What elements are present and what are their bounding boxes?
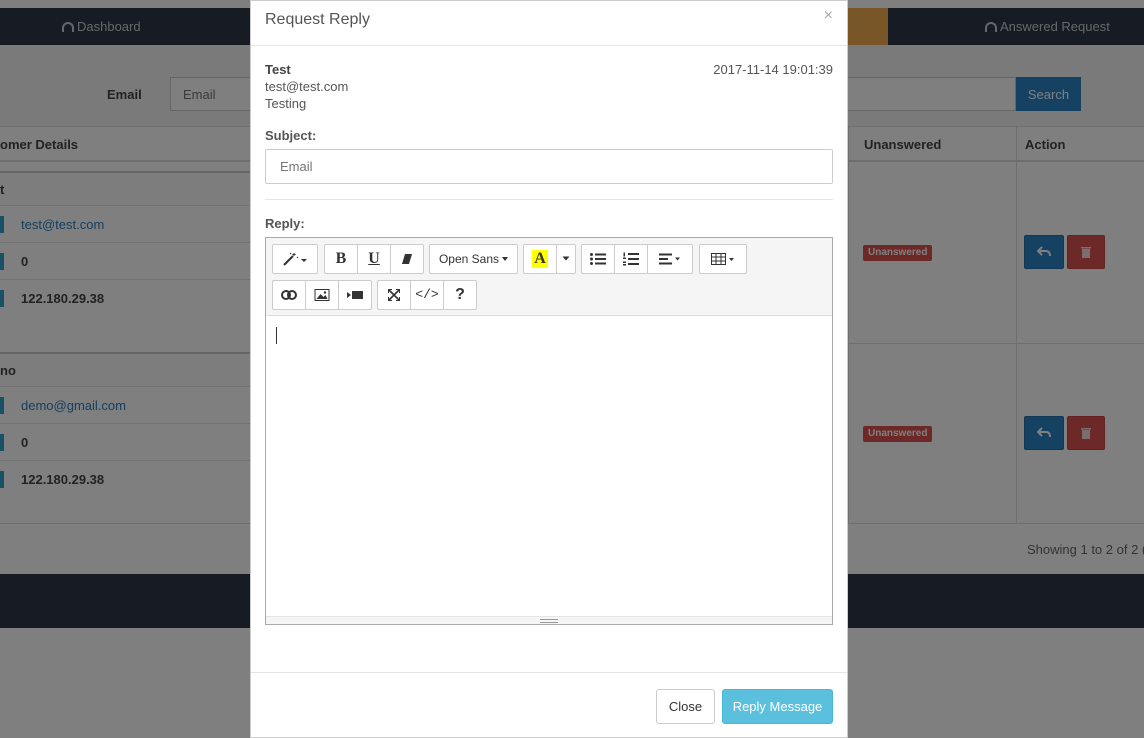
message-body: Testing: [265, 96, 307, 111]
message-sender-email: test@test.com: [265, 79, 349, 94]
fullscreen-button[interactable]: [377, 280, 411, 310]
video-icon: [347, 291, 363, 299]
chevron-down-icon: [502, 257, 509, 261]
modal-title: Request Reply: [265, 11, 370, 28]
code-view-button[interactable]: </>: [410, 280, 444, 310]
editor-resize-bar[interactable]: [266, 616, 832, 624]
help-button[interactable]: ?: [443, 280, 477, 310]
rich-text-editor: B U Open Sans A </> ?: [265, 237, 833, 625]
ordered-list-button[interactable]: [614, 244, 648, 274]
eraser-icon: [402, 254, 412, 264]
insert-link-button[interactable]: [272, 280, 306, 310]
modal-footer: Close Reply Message: [251, 672, 847, 738]
align-left-icon: [659, 253, 680, 265]
editor-toolbar: B U Open Sans A </> ?: [266, 238, 832, 316]
align-dropdown-button[interactable]: [647, 244, 693, 274]
text-cursor: [276, 327, 277, 344]
subject-input[interactable]: [265, 149, 833, 184]
resize-grip-icon: [540, 619, 558, 623]
message-sender-name: Test: [265, 62, 291, 77]
table-icon: [711, 253, 734, 265]
insert-image-button[interactable]: [305, 280, 339, 310]
insert-video-button[interactable]: [338, 280, 372, 310]
text-color-icon: A: [532, 250, 548, 268]
close-icon[interactable]: ×: [824, 7, 833, 25]
reply-editor-area[interactable]: [266, 316, 832, 616]
link-icon: [281, 290, 297, 300]
underline-button[interactable]: U: [357, 244, 391, 274]
image-icon: [314, 289, 330, 301]
clear-format-button[interactable]: [390, 244, 424, 274]
font-family-dropdown[interactable]: Open Sans: [429, 244, 518, 274]
magic-wand-icon: [283, 252, 307, 266]
bullet-list-icon: [590, 253, 606, 265]
subject-label: Subject:: [265, 128, 317, 143]
unordered-list-button[interactable]: [581, 244, 615, 274]
numbered-list-icon: [623, 252, 639, 266]
color-dropdown-button[interactable]: [556, 244, 576, 274]
text-color-button[interactable]: A: [523, 244, 557, 274]
font-family-value: Open Sans: [438, 252, 500, 266]
style-dropdown-button[interactable]: [272, 244, 318, 274]
table-dropdown-button[interactable]: [699, 244, 747, 274]
chevron-down-icon: [562, 256, 570, 261]
reply-modal: Request Reply × Test test@test.com Testi…: [250, 0, 848, 738]
bold-button[interactable]: B: [324, 244, 358, 274]
reply-label: Reply:: [265, 216, 305, 231]
fullscreen-icon: [388, 289, 400, 301]
reply-message-button[interactable]: Reply Message: [722, 689, 833, 724]
divider: [265, 199, 833, 200]
close-button[interactable]: Close: [656, 689, 715, 724]
modal-header: Request Reply ×: [251, 1, 847, 46]
message-timestamp: 2017-11-14 19:01:39: [713, 62, 833, 77]
